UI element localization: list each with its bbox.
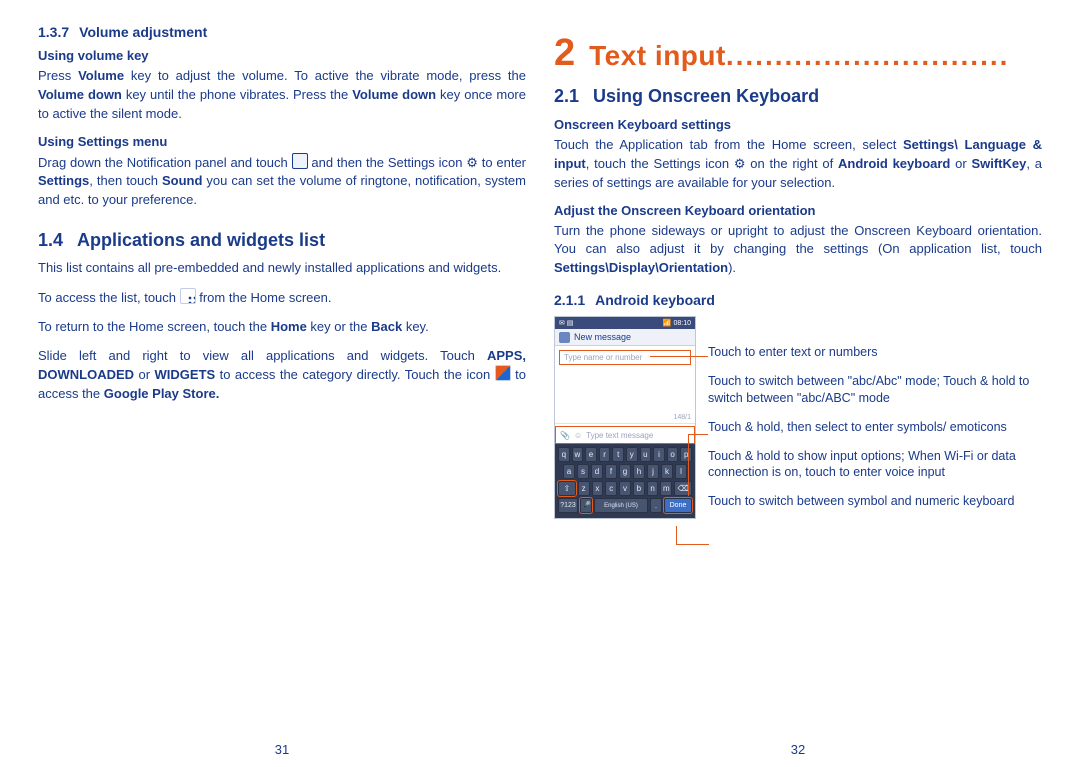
heading-text: Using Onscreen Keyboard: [593, 86, 819, 106]
heading-text: Applications and widgets list: [77, 230, 325, 250]
key-done[interactable]: Done: [664, 498, 692, 513]
key-i[interactable]: i: [653, 447, 665, 462]
key-numeric[interactable]: ?123: [558, 498, 578, 513]
keyboard-row-1: qwertyuiop: [558, 447, 692, 462]
key-mic[interactable]: 🎤: [580, 498, 592, 513]
paragraph-osk-settings: Touch the Application tab from the Home …: [554, 136, 1042, 193]
paragraph-apps-return: To return to the Home screen, touch the …: [38, 318, 526, 337]
heading-2-1: 2.1 Using Onscreen Keyboard: [554, 86, 1042, 107]
keyboard-row-4: ?123 🎤 English (US) . Done: [558, 498, 692, 513]
key-u[interactable]: u: [640, 447, 652, 462]
key-h[interactable]: h: [633, 464, 645, 479]
subheading-using-volume-key: Using volume key: [38, 48, 526, 63]
key-n[interactable]: n: [647, 481, 659, 496]
paragraph-apps-access: To access the list, touch from the Home …: [38, 288, 526, 308]
play-store-icon: [495, 365, 511, 381]
chapter-dots: .............................: [726, 40, 1010, 71]
key-s[interactable]: s: [577, 464, 589, 479]
key-f[interactable]: f: [605, 464, 617, 479]
key-w[interactable]: w: [572, 447, 584, 462]
keyboard-row-2: asdfghjkl: [558, 464, 692, 479]
key-space[interactable]: English (US): [594, 498, 648, 513]
keyboard: qwertyuiop asdfghjkl ⇧zxcvbnm⌫ ?123 🎤 En…: [555, 444, 695, 518]
phone-diagram: ✉ ▤ 📶 08:10 New message Type name or num…: [554, 316, 1042, 519]
key-e[interactable]: e: [585, 447, 597, 462]
key-r[interactable]: r: [599, 447, 611, 462]
chapter-number: 2: [554, 34, 575, 72]
screen-header: New message: [555, 329, 695, 346]
chapter-title: Text input.............................: [589, 40, 1042, 72]
paragraph-apps-slide: Slide left and right to view all applica…: [38, 347, 526, 405]
status-bar: ✉ ▤ 📶 08:10: [555, 317, 695, 329]
phone-mock: ✉ ▤ 📶 08:10 New message Type name or num…: [554, 316, 696, 519]
paragraph-apps-intro: This list contains all pre-embedded and …: [38, 259, 526, 278]
key-m[interactable]: m: [660, 481, 672, 496]
key-k[interactable]: k: [661, 464, 673, 479]
message-body: 148/1: [555, 369, 695, 424]
status-time: 📶 08:10: [663, 319, 691, 327]
key-z[interactable]: z: [578, 481, 590, 496]
emoji-icon: ☺: [574, 431, 582, 440]
gear-icon: ⚙: [466, 154, 478, 173]
key-x[interactable]: x: [592, 481, 604, 496]
right-page: 2 Text input............................…: [540, 24, 1056, 757]
heading-1-3-7: 1.3.7 Volume adjustment: [38, 24, 526, 40]
paragraph-osk-orientation: Turn the phone sideways or upright to ad…: [554, 222, 1042, 279]
key-q[interactable]: q: [558, 447, 570, 462]
message-input-row[interactable]: 📎 ☺ Type text message: [555, 426, 695, 444]
key-c[interactable]: c: [605, 481, 617, 496]
heading-number: 2.1.1: [554, 292, 585, 308]
heading-number: 1.4: [38, 230, 63, 250]
attach-icon: 📎: [560, 431, 570, 440]
key-⇧[interactable]: ⇧: [558, 481, 576, 496]
key-o[interactable]: o: [667, 447, 679, 462]
paragraph-settings-menu: Drag down the Notification panel and tou…: [38, 153, 526, 211]
heading-2-1-1: 2.1.1 Android keyboard: [554, 292, 1042, 308]
char-counter: 148/1: [673, 414, 691, 421]
page-number-left: 31: [24, 742, 540, 757]
heading-text: Volume adjustment: [79, 24, 207, 40]
key-v[interactable]: v: [619, 481, 631, 496]
key-a[interactable]: a: [563, 464, 575, 479]
heading-1-4: 1.4 Applications and widgets list: [38, 230, 526, 251]
callout-text-entry: Touch to enter text or numbers: [708, 344, 1042, 361]
callouts: Touch to enter text or numbers Touch to …: [708, 316, 1042, 519]
key-g[interactable]: g: [619, 464, 631, 479]
callout-numeric-keyboard: Touch to switch between symbol and numer…: [708, 493, 1042, 510]
heading-number: 1.3.7: [38, 24, 69, 40]
subheading-using-settings-menu: Using Settings menu: [38, 134, 526, 149]
gear-icon: ⚙: [734, 155, 746, 174]
key-y[interactable]: y: [626, 447, 638, 462]
screen-header-text: New message: [574, 332, 631, 342]
key-⌫[interactable]: ⌫: [674, 481, 692, 496]
callout-voice-input: Touch & hold to show input options; When…: [708, 448, 1042, 482]
key-l[interactable]: l: [675, 464, 687, 479]
heading-text: Android keyboard: [595, 292, 715, 308]
new-message-icon: [559, 332, 570, 343]
key-j[interactable]: j: [647, 464, 659, 479]
key-b[interactable]: b: [633, 481, 645, 496]
page-number-right: 32: [540, 742, 1056, 757]
key-period[interactable]: .: [650, 498, 662, 513]
callout-symbols: Touch & hold, then select to enter symbo…: [708, 419, 1042, 436]
recipient-input[interactable]: Type name or number: [559, 350, 691, 365]
subheading-osk-orientation: Adjust the Onscreen Keyboard orientation: [554, 203, 1042, 218]
apps-grid-icon: [180, 288, 196, 304]
callout-shift-mode: Touch to switch between "abc/Abc" mode; …: [708, 373, 1042, 407]
keyboard-row-3: ⇧zxcvbnm⌫: [558, 481, 692, 496]
quick-settings-icon: [292, 153, 308, 169]
status-icons-left: ✉ ▤: [559, 319, 573, 327]
message-placeholder: Type text message: [586, 431, 653, 440]
chapter-heading: 2 Text input............................…: [554, 34, 1042, 72]
key-p[interactable]: p: [680, 447, 692, 462]
leader-line: [676, 526, 709, 545]
heading-number: 2.1: [554, 86, 579, 106]
key-t[interactable]: t: [612, 447, 624, 462]
paragraph-volume-key: Press Volume key to adjust the volume. T…: [38, 67, 526, 124]
left-page: 1.3.7Volume adjustment Using volume key …: [24, 24, 540, 757]
key-d[interactable]: d: [591, 464, 603, 479]
subheading-osk-settings: Onscreen Keyboard settings: [554, 117, 1042, 132]
